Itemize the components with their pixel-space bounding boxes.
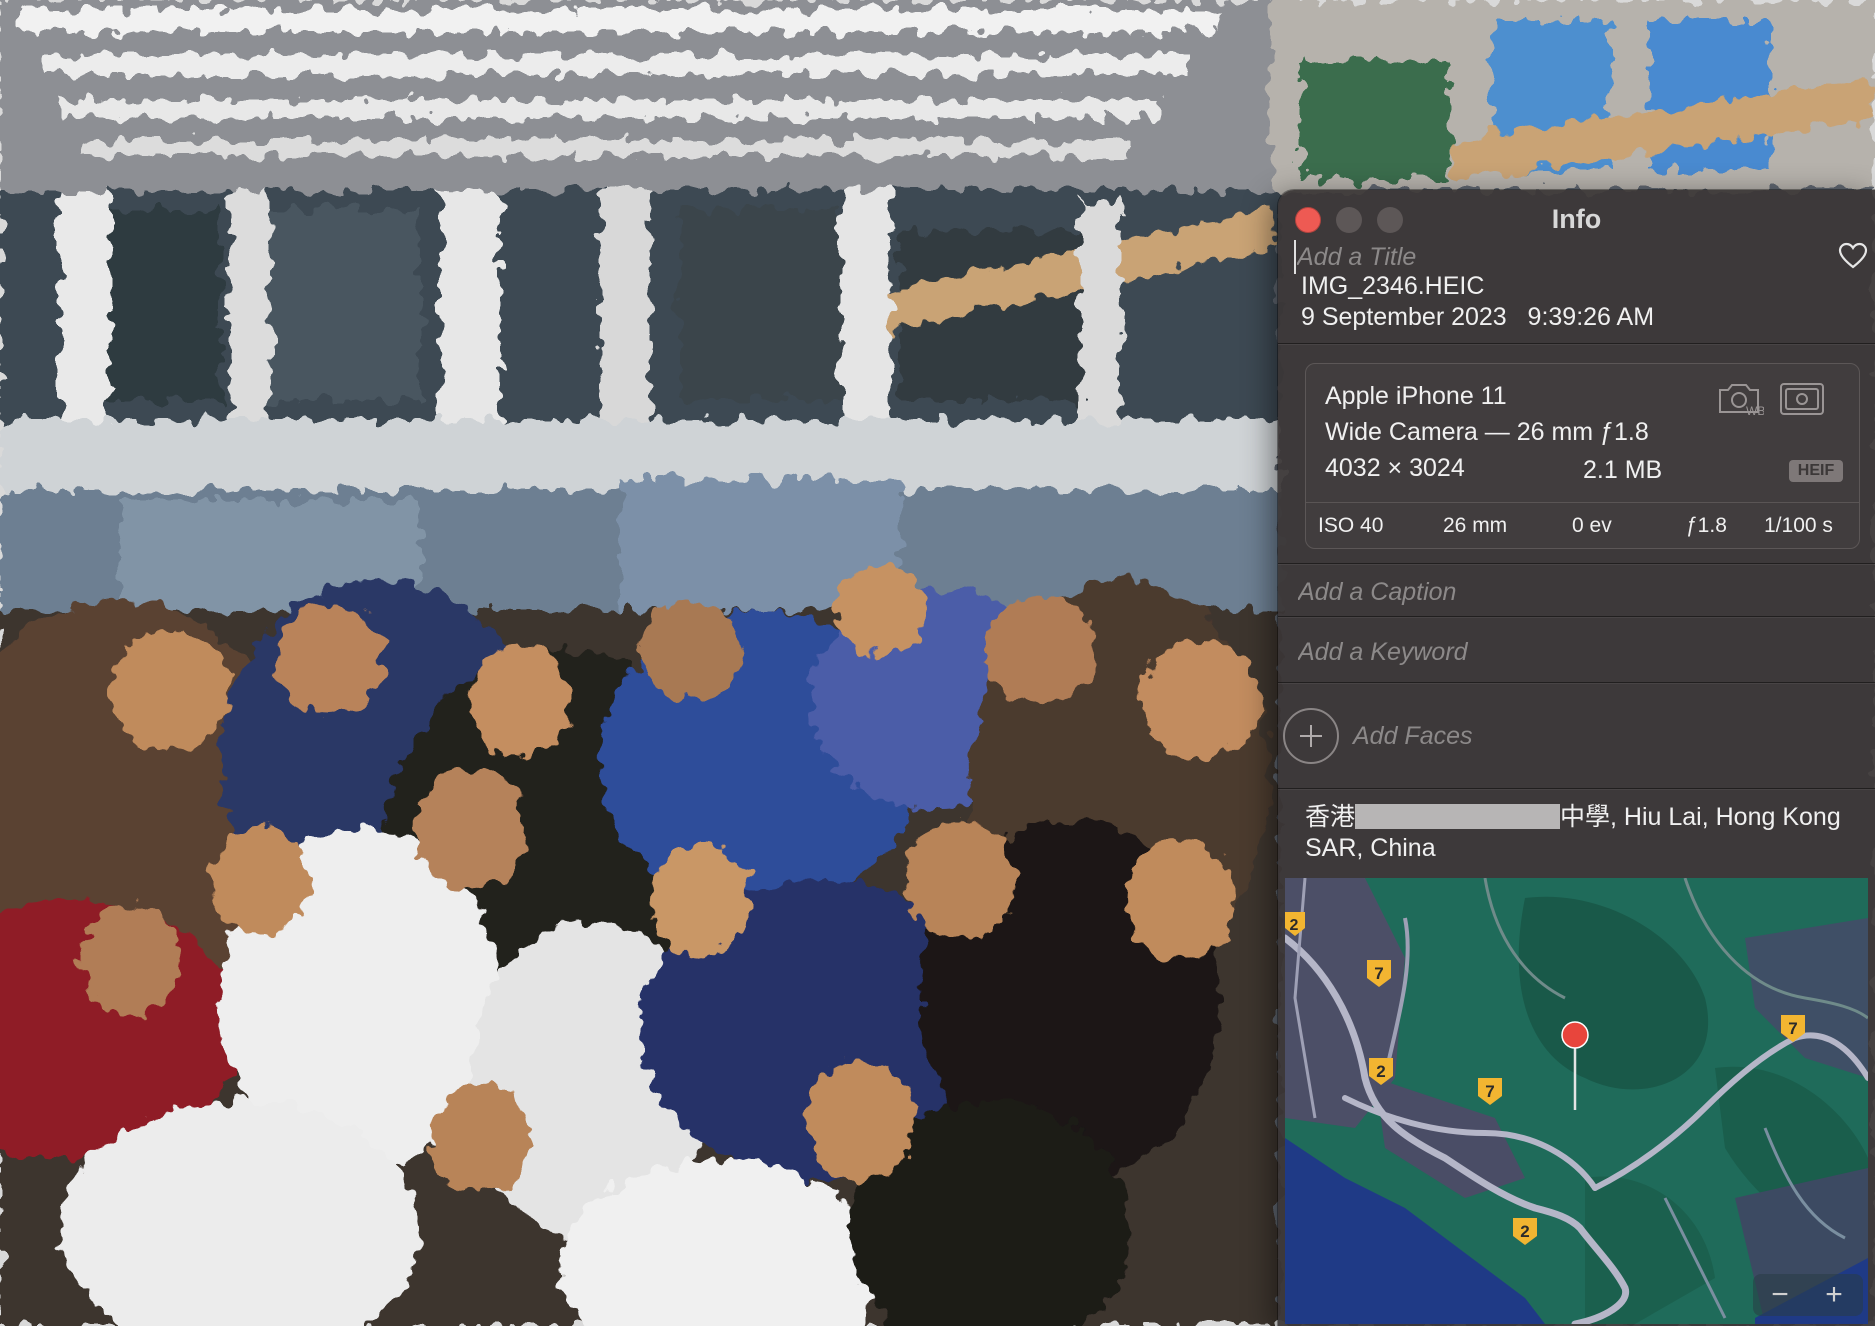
keyword-input[interactable] — [1298, 638, 1858, 667]
redacted-block — [1355, 804, 1561, 829]
route-badge-label: 2 — [1290, 917, 1299, 934]
focal-length-value: 26 mm — [1443, 514, 1508, 537]
divider — [1278, 563, 1875, 564]
window-title: Info — [1551, 204, 1602, 234]
shutter-speed-value: 1/100 s — [1764, 514, 1833, 537]
location-text: 香港 中學, Hiu Lai, Hong Kong SAR, China — [1305, 802, 1865, 864]
format-badge: HEIF — [1789, 460, 1843, 482]
title-input[interactable] — [1294, 240, 1817, 274]
route-badge-label: 7 — [1485, 1082, 1494, 1101]
divider — [1278, 343, 1875, 344]
route-badge-label: 7 — [1374, 964, 1383, 983]
route-badge-label: 2 — [1376, 1062, 1385, 1081]
route-badge-label: 7 — [1788, 1019, 1797, 1038]
map-canvas[interactable]: 2 7 2 7 2 7 — [1285, 878, 1868, 1324]
camera-device: Apple iPhone 11 — [1325, 382, 1507, 410]
location-prefix: 香港 — [1305, 803, 1356, 831]
svg-text:WB: WB — [1746, 404, 1764, 418]
file-size: 2.1 MB — [1583, 456, 1663, 484]
camera-lens: Wide Camera — 26 mm ƒ1.8 — [1325, 418, 1649, 446]
aperture-value: ƒ1.8 — [1686, 514, 1727, 537]
zoom-out-button[interactable]: − — [1761, 1276, 1799, 1314]
card-divider — [1306, 502, 1859, 503]
exposure-bias-value: 0 ev — [1572, 514, 1612, 537]
add-faces-label[interactable]: Add Faces — [1353, 722, 1473, 751]
add-faces-button[interactable] — [1283, 708, 1339, 764]
info-window: Info IMG_2346.HEIC 9 September 2023 9:39… — [1278, 190, 1875, 1326]
heart-icon[interactable] — [1838, 242, 1868, 270]
location-map[interactable]: 2 7 2 7 2 7 − + — [1285, 878, 1868, 1324]
camera-mode-icon — [1780, 383, 1824, 415]
camera-info-card: Apple iPhone 11 Wide Camera — 26 mm ƒ1.8… — [1305, 363, 1860, 549]
date-time: 9 September 2023 9:39:26 AM — [1301, 303, 1654, 332]
caption-input[interactable] — [1298, 578, 1858, 607]
divider — [1278, 616, 1875, 617]
image-resolution: 4032 × 3024 — [1325, 454, 1465, 482]
divider — [1278, 788, 1875, 789]
capture-date: 9 September 2023 — [1301, 303, 1507, 331]
capture-time: 9:39:26 AM — [1527, 303, 1655, 331]
zoom-in-button[interactable]: + — [1815, 1276, 1853, 1314]
camera-wb-icon: WB — [1719, 384, 1764, 418]
route-badge-label: 2 — [1520, 1222, 1529, 1241]
iso-value: ISO 40 — [1318, 514, 1384, 537]
divider — [1278, 682, 1875, 683]
filename: IMG_2346.HEIC — [1301, 272, 1485, 300]
